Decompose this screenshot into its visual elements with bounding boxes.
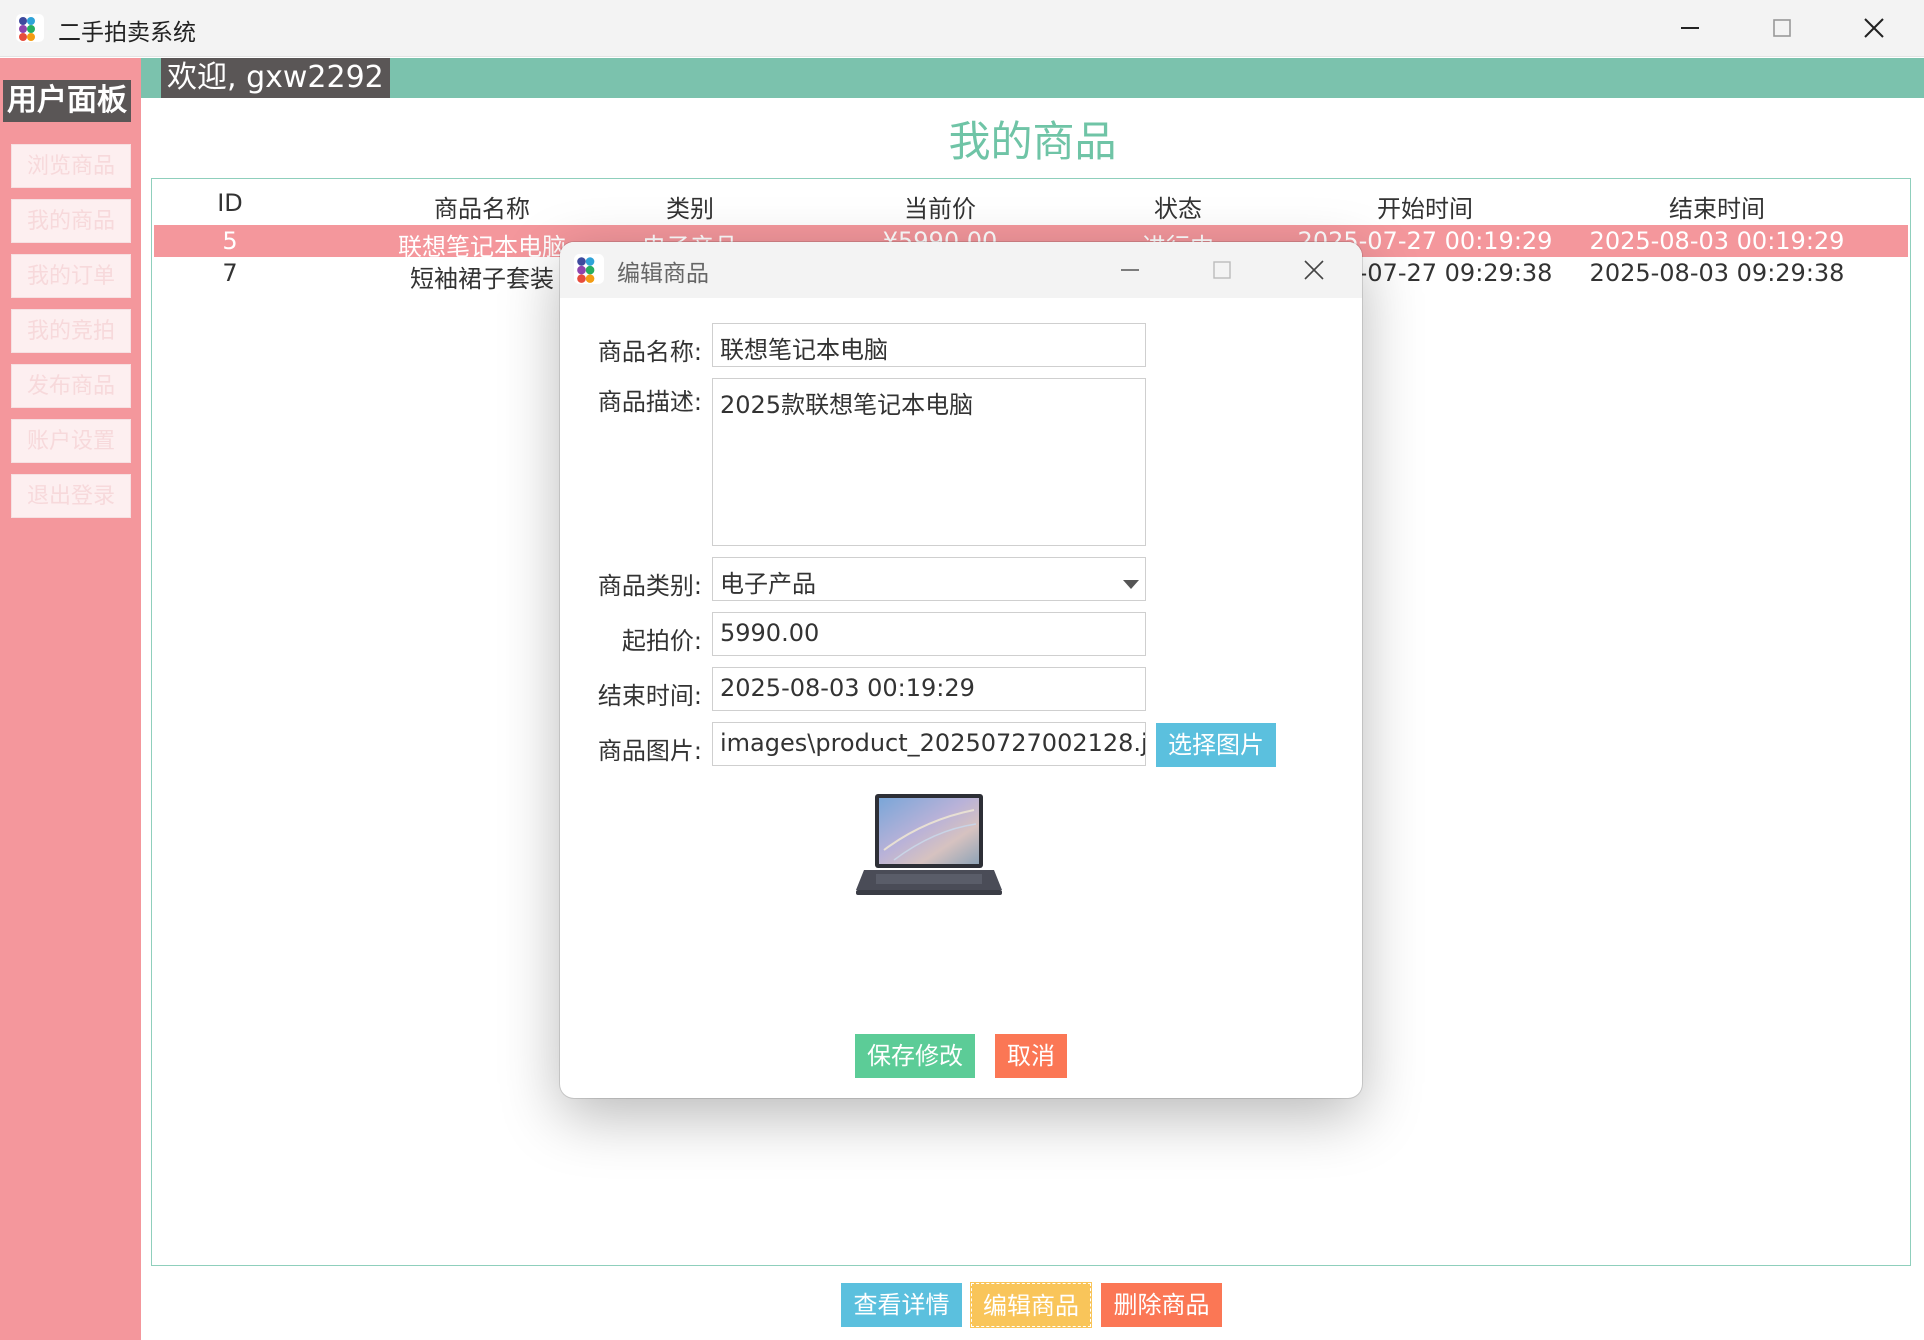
sidebar-item-logout[interactable]: 退出登录: [11, 474, 131, 518]
image-path-input[interactable]: images\product_20250727002128.jpg: [712, 722, 1146, 766]
dialog-close-button[interactable]: [1272, 242, 1356, 298]
app-icon: [574, 254, 604, 284]
minimize-button[interactable]: [1644, 0, 1736, 56]
end-time-label: 结束时间:: [597, 682, 702, 710]
choose-image-button[interactable]: 选择图片: [1156, 723, 1276, 767]
dialog-minimize-button[interactable]: [1088, 242, 1172, 298]
start-price-input[interactable]: 5990.00: [712, 612, 1146, 656]
category-select[interactable]: 电子产品: [712, 557, 1146, 601]
sidebar: 用户面板 浏览商品 我的商品 我的订单 我的竞拍 发布商品 账户设置 退出登录: [0, 58, 141, 1340]
view-details-button[interactable]: 查看详情: [841, 1283, 962, 1327]
header-bar: [141, 58, 1924, 98]
dialog-maximize-button[interactable]: [1180, 242, 1264, 298]
column-header-id[interactable]: ID: [200, 189, 260, 217]
sidebar-item-account[interactable]: 账户设置: [11, 419, 131, 463]
chevron-down-icon: [1123, 580, 1139, 589]
edit-product-dialog: 编辑商品 商品名称: 联想笔记本电脑 商品描述: 2025款联想笔记本电脑 商品…: [560, 242, 1362, 1098]
delete-product-button[interactable]: 删除商品: [1101, 1283, 1222, 1327]
window-title: 二手拍卖系统: [58, 20, 196, 46]
description-textarea[interactable]: 2025款联想笔记本电脑: [712, 378, 1146, 546]
app-icon: [16, 14, 44, 42]
category-label: 商品类别:: [597, 572, 702, 600]
maximize-icon: [1213, 261, 1231, 279]
column-header-end[interactable]: 结束时间: [1572, 189, 1862, 224]
start-price-label: 起拍价:: [621, 627, 702, 655]
save-changes-button[interactable]: 保存修改: [855, 1034, 975, 1078]
column-header-start[interactable]: 开始时间: [1295, 189, 1555, 224]
cell-end: 2025-08-03 00:19:29: [1589, 227, 1845, 255]
cell-name: 短袖裙子套装: [410, 265, 554, 293]
category-select-value: 电子产品: [720, 570, 816, 598]
sidebar-item-browse[interactable]: 浏览商品: [11, 144, 131, 188]
minimize-icon: [1121, 269, 1139, 271]
column-header-status[interactable]: 状态: [1098, 189, 1258, 224]
name-label: 商品名称:: [597, 338, 702, 366]
cell-end: 2025-08-03 09:29:38: [1589, 259, 1845, 287]
dialog-title: 编辑商品: [617, 261, 709, 287]
cell-id: 5: [222, 227, 238, 255]
sidebar-title: 用户面板: [3, 80, 131, 122]
column-header-name[interactable]: 商品名称: [382, 189, 582, 224]
welcome-label: 欢迎, gxw2292: [161, 58, 390, 98]
close-icon: [1304, 260, 1324, 280]
name-input[interactable]: 联想笔记本电脑: [712, 323, 1146, 367]
edit-product-button[interactable]: 编辑商品: [970, 1282, 1092, 1328]
description-label: 商品描述:: [597, 388, 702, 416]
close-icon: [1864, 18, 1884, 38]
product-image-preview: [856, 794, 1002, 895]
dialog-titlebar: 编辑商品: [560, 242, 1362, 298]
page-title: 我的商品: [948, 117, 1117, 166]
end-time-input[interactable]: 2025-08-03 00:19:29: [712, 667, 1146, 711]
close-button[interactable]: [1828, 0, 1920, 56]
column-header-price[interactable]: 当前价: [840, 189, 1040, 224]
cancel-button[interactable]: 取消: [995, 1034, 1067, 1078]
window-titlebar: 二手拍卖系统: [0, 0, 1924, 57]
sidebar-item-my-products[interactable]: 我的商品: [11, 199, 131, 243]
minimize-icon: [1681, 27, 1699, 29]
sidebar-item-my-orders[interactable]: 我的订单: [11, 254, 131, 298]
image-label: 商品图片:: [597, 737, 702, 765]
cell-id: 7: [222, 259, 238, 287]
maximize-button[interactable]: [1736, 0, 1828, 56]
column-header-category[interactable]: 类别: [610, 189, 770, 224]
maximize-icon: [1773, 19, 1791, 37]
sidebar-item-publish[interactable]: 发布商品: [11, 364, 131, 408]
sidebar-item-my-bids[interactable]: 我的竞拍: [11, 309, 131, 353]
